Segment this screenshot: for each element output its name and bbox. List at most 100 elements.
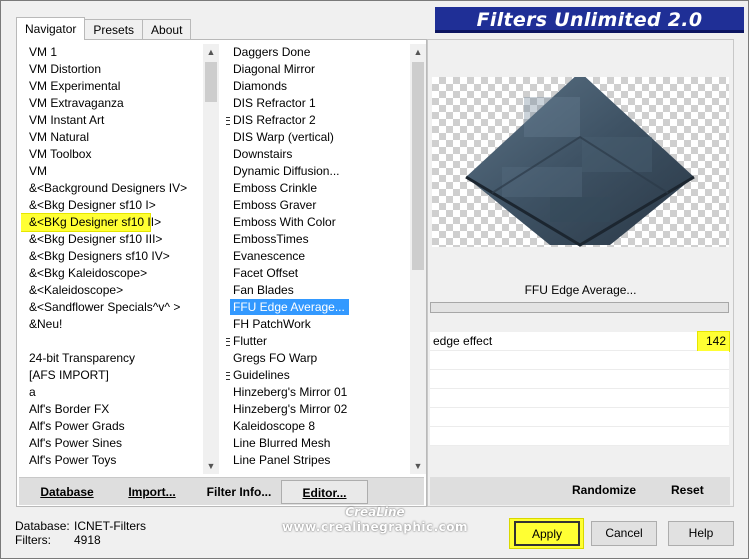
category-item[interactable]: &<Bkg Designer sf10 I> [21,197,203,214]
category-item[interactable]: VM Experimental [21,78,203,95]
category-item[interactable]: VM Instant Art [21,112,203,129]
watermark-logo: CreaLine [345,505,405,519]
scroll-thumb[interactable] [412,62,424,270]
database-button[interactable]: Database [37,480,97,504]
filter-item[interactable]: Emboss With Color [226,214,410,231]
category-list[interactable]: VM 1 VM Distortion VM Experimental VM Extra… [21,44,219,474]
filter-item-label: Fan Blades [233,283,294,297]
filter-item[interactable]: FH PatchWork [226,316,410,333]
category-item[interactable]: Alf's Power Grads [21,418,203,435]
scroll-down-icon[interactable]: ▼ [203,458,219,474]
filter-separator [430,302,729,313]
filter-item-label: Evanescence [233,249,306,263]
param-edge-effect[interactable]: edge effect 142 [430,332,729,351]
category-item[interactable]: Alf's Power Toys [21,452,203,469]
category-item[interactable]: &<Bkg Designers sf10 IV> [21,248,203,265]
help-button[interactable]: Help [668,521,734,546]
filter-list[interactable]: Daggers Done Diagonal Mirror Diamonds DIS R… [226,44,426,474]
editor-button[interactable]: Editor... [281,480,368,504]
param-label: edge effect [433,334,493,348]
parameter-list: edge effect 142 [430,332,729,452]
category-item[interactable]: 24-bit Transparency [21,350,203,367]
filter-item[interactable]: Evanescence [226,248,410,265]
filter-item[interactable]: Downstairs [226,146,410,163]
filter-item[interactable]: Kaleidoscope 8 [226,418,410,435]
filter-item[interactable]: DIS Refractor 2 [226,112,410,129]
filter-item[interactable]: Diagonal Mirror [226,61,410,78]
database-value: ICNET-Filters [74,519,146,533]
filter-item[interactable]: DIS Refractor 1 [226,95,410,112]
filter-item-label: Dynamic Diffusion... [233,164,340,178]
category-item[interactable]: VM Extravaganza [21,95,203,112]
category-item[interactable]: &<BKg Designer sf10 II> [21,214,161,231]
tab-navigator[interactable]: Navigator [16,17,86,40]
filter-item[interactable]: Hinzeberg's Mirror 01 [226,384,410,401]
filter-item[interactable]: Dynamic Diffusion... [226,163,410,180]
param-empty-row [430,351,729,370]
app-title: Filters Unlimited 2.0 [435,7,744,33]
category-item[interactable]: VM Natural [21,129,203,146]
category-item[interactable]: &Neu! [21,316,203,333]
filter-item[interactable]: Fan Blades [226,282,410,299]
filter-item[interactable]: Line Panel Stripes [226,452,410,469]
param-empty-row [430,408,729,427]
preview-diamond [465,77,695,247]
reset-button[interactable]: Reset [671,483,704,497]
filter-item[interactable]: EmbossTimes [226,231,410,248]
category-item[interactable]: &<Background Designers IV> [21,180,203,197]
watermark: CreaLine www.crealinegraphic.com [279,505,471,535]
filter-item[interactable]: Emboss Graver [226,197,410,214]
filter-item[interactable]: Gregs FO Warp [226,350,410,367]
category-scrollbar[interactable]: ▲ ▼ [203,44,219,474]
filter-item[interactable]: FFU Edge Average... [226,299,410,316]
tab-presets[interactable]: Presets [84,19,144,40]
tab-bar: Navigator Presets About [16,17,192,40]
scroll-up-icon[interactable]: ▲ [410,44,426,60]
filter-item[interactable]: Line Blurred Mesh [226,435,410,452]
category-item[interactable]: [AFS IMPORT] [21,367,203,384]
category-item[interactable]: &<Sandflower Specials^v^ > [21,299,203,316]
category-item[interactable]: VM Distortion [21,61,203,78]
filter-item[interactable]: Guidelines [226,367,410,384]
category-item[interactable]: &<Bkg Designer sf10 III> [21,231,203,248]
category-item[interactable] [21,333,203,350]
category-item[interactable]: a [21,384,203,401]
category-item[interactable]: Alf's Border FX [21,401,203,418]
category-item[interactable]: Alf's Power Sines [21,435,203,452]
filter-item-label: Downstairs [233,147,293,161]
filter-item[interactable]: Flutter [226,333,410,350]
filter-item-label: DIS Refractor 2 [233,113,316,127]
category-item[interactable]: VM Toolbox [21,146,203,163]
category-item[interactable]: VM 1 [21,44,203,61]
filter-item[interactable]: DIS Warp (vertical) [226,129,410,146]
filter-info-button[interactable]: Filter Info... [206,480,272,504]
scroll-up-icon[interactable]: ▲ [203,44,219,60]
filter-item-label: Emboss With Color [233,215,336,229]
scroll-down-icon[interactable]: ▼ [410,458,426,474]
randomize-button[interactable]: Randomize [572,483,636,497]
filter-item-label: Line Panel Stripes [233,453,331,467]
filter-name-label: FFU Edge Average... [524,283,637,297]
category-item[interactable]: VM [21,163,203,180]
import-button[interactable]: Import... [127,480,177,504]
param-empty-row [430,370,729,389]
category-item[interactable]: &<Kaleidoscope> [21,282,203,299]
param-empty-row [430,389,729,408]
filter-item-label: Kaleidoscope 8 [233,419,316,433]
apply-button[interactable]: Apply [514,521,580,546]
param-value[interactable]: 142 [698,332,729,351]
filter-item[interactable]: Facet Offset [226,265,410,282]
filter-item[interactable]: Daggers Done [226,44,410,61]
filter-item-label: Emboss Crinkle [233,181,318,195]
filter-item[interactable]: Hinzeberg's Mirror 02 [226,401,410,418]
filter-item-label: DIS Refractor 1 [233,96,316,110]
cancel-button[interactable]: Cancel [591,521,657,546]
tab-about[interactable]: About [142,19,192,40]
category-items: VM 1 VM Distortion VM Experimental VM Extra… [21,44,203,469]
filter-scrollbar[interactable]: ▲ ▼ [410,44,426,474]
filters-unlimited-window: Filters Unlimited 2.0 Navigator Presets … [0,0,749,559]
filter-item[interactable]: Emboss Crinkle [226,180,410,197]
category-item[interactable]: &<Bkg Kaleidoscope> [21,265,203,282]
filter-item[interactable]: Diamonds [226,78,410,95]
scroll-thumb[interactable] [205,62,217,102]
